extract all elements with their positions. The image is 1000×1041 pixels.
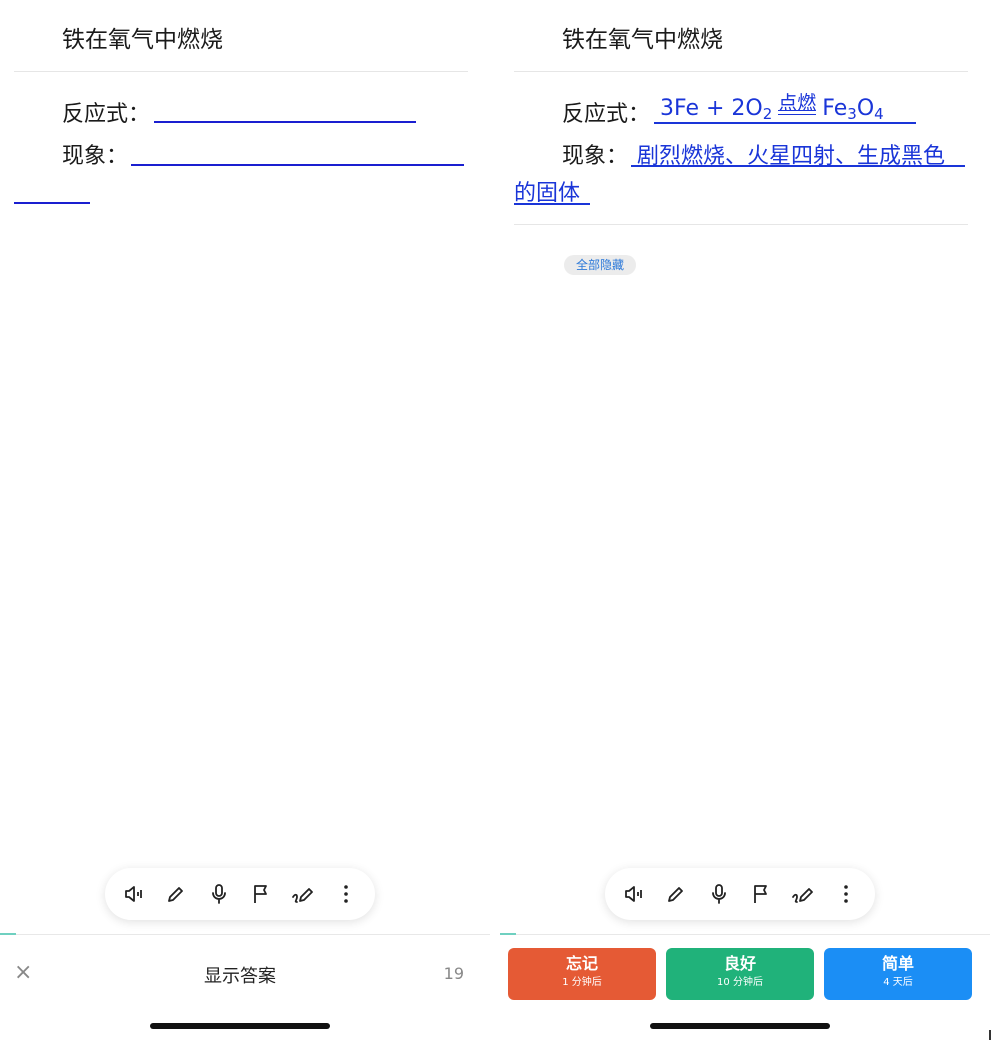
double-line-equals (778, 110, 817, 115)
good-button[interactable]: 良好 10 分钟后 (666, 948, 814, 1000)
title-divider (514, 71, 968, 72)
fe-subscript: 3 (847, 105, 857, 123)
microphone-icon[interactable] (205, 880, 233, 908)
progress-accent (0, 933, 16, 935)
answer-divider (514, 224, 968, 225)
reaction-answer-underline (654, 122, 916, 124)
draw-icon[interactable] (289, 880, 317, 908)
footer-divider (500, 934, 990, 935)
forget-interval: 1 分钟后 (562, 977, 602, 988)
phenomenon-blank (131, 164, 464, 166)
phenomenon-blank-continued (14, 202, 90, 204)
easy-label: 简单 (881, 954, 914, 973)
title-divider (14, 71, 468, 72)
pencil-icon[interactable] (662, 880, 690, 908)
forget-button[interactable]: 忘记 1 分钟后 (508, 948, 656, 1000)
hide-all-button[interactable]: 全部隐藏 (564, 255, 637, 275)
progress-accent (500, 933, 516, 935)
draw-icon[interactable] (789, 880, 817, 908)
reaction-condition: 点燃 (778, 93, 817, 123)
easy-interval: 4 天后 (883, 977, 913, 988)
footer-divider (0, 934, 490, 935)
phenomenon-answer-underline (631, 165, 965, 167)
toolbar (605, 868, 875, 920)
phenomenon-label: 现象： (562, 144, 629, 169)
home-indicator[interactable] (650, 1023, 830, 1029)
edge-mark (989, 1030, 991, 1040)
o2-subscript: 2 (762, 105, 773, 123)
flag-icon[interactable] (247, 880, 275, 908)
speaker-icon[interactable] (620, 880, 648, 908)
more-vertical-icon[interactable] (332, 880, 360, 908)
good-label: 良好 (723, 954, 756, 973)
card-title: 铁在氧气中燃烧 (562, 27, 723, 53)
good-interval: 10 分钟后 (717, 977, 763, 988)
reactant-text: 3Fe + 2O (660, 96, 763, 121)
question-pane: 铁在氧气中燃烧 反应式： 现象： × 显示答案 19 (0, 0, 490, 1041)
forget-label: 忘记 (565, 954, 598, 973)
easy-button[interactable]: 简单 4 天后 (824, 948, 972, 1000)
show-answer-button[interactable]: 显示答案 (0, 962, 480, 988)
reaction-answer: 3Fe + 2O2 点燃 Fe3O4 (660, 93, 884, 123)
toolbar (105, 868, 375, 920)
phenomenon-label: 现象： (62, 144, 129, 169)
reaction-label: 反应式： (62, 102, 151, 127)
remaining-count: 19 (443, 964, 464, 983)
more-vertical-icon[interactable] (832, 880, 860, 908)
reaction-label: 反应式： (562, 102, 651, 127)
o4-subscript: 4 (874, 105, 884, 123)
flag-icon[interactable] (747, 880, 775, 908)
home-indicator[interactable] (150, 1023, 330, 1029)
answer-pane: 铁在氧气中燃烧 反应式： 3Fe + 2O2 点燃 Fe3O4 现象： 剧烈燃烧、火… (500, 0, 990, 1041)
speaker-icon[interactable] (120, 880, 148, 908)
reaction-blank (154, 121, 416, 123)
pencil-icon[interactable] (162, 880, 190, 908)
product-o: O (856, 96, 875, 121)
microphone-icon[interactable] (705, 880, 733, 908)
phenomenon-answer-underline-2 (514, 203, 590, 205)
product-fe: Fe (822, 96, 848, 121)
card-title: 铁在氧气中燃烧 (62, 27, 223, 53)
